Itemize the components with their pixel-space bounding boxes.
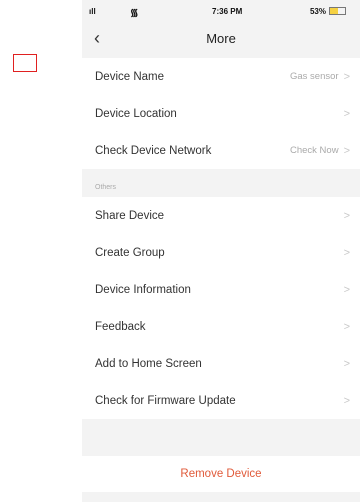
row-label: Check Device Network xyxy=(95,144,212,157)
others-settings-group: Share Device > Create Group > Device Inf… xyxy=(82,197,360,419)
row-create-group[interactable]: Create Group > xyxy=(82,234,360,271)
row-device-location[interactable]: Device Location > xyxy=(82,95,360,132)
chevron-right-icon: > xyxy=(343,357,350,370)
chevron-right-icon: > xyxy=(343,320,350,333)
section-header-others: Others xyxy=(82,169,360,197)
chevron-right-icon: > xyxy=(343,209,350,222)
row-value: Check Now xyxy=(289,145,339,156)
phone-screen: ıll ᯾ 7:36 PM 53% ‹ More Device Name Gas… xyxy=(82,0,360,502)
row-add-to-home-screen[interactable]: Add to Home Screen > xyxy=(82,345,360,382)
row-check-firmware-update[interactable]: Check for Firmware Update > xyxy=(82,382,360,419)
chevron-right-icon: > xyxy=(343,107,350,120)
row-device-name[interactable]: Device Name Gas sensor > xyxy=(82,58,360,95)
highlight-box xyxy=(13,54,37,72)
remove-device-button[interactable]: Remove Device xyxy=(82,456,360,492)
section-spacer xyxy=(82,419,360,456)
wifi-icon: ᯾ xyxy=(130,8,139,19)
row-label: Feedback xyxy=(95,320,146,333)
signal-bars-icon: ıll xyxy=(89,7,96,16)
navigation-bar: ‹ More xyxy=(82,22,360,58)
row-label: Device Information xyxy=(95,283,191,296)
row-label: Device Name xyxy=(95,70,165,83)
status-bar: ıll ᯾ 7:36 PM 53% xyxy=(82,0,360,22)
battery-percent: 53% xyxy=(309,7,326,16)
row-value: Gas sensor xyxy=(289,71,339,82)
battery-icon xyxy=(329,7,346,15)
status-time: 7:36 PM xyxy=(212,7,243,16)
row-share-device[interactable]: Share Device > xyxy=(82,197,360,234)
row-label: Check for Firmware Update xyxy=(95,394,236,407)
row-feedback[interactable]: Feedback > xyxy=(82,308,360,345)
row-check-device-network[interactable]: Check Device Network Check Now > xyxy=(82,132,360,169)
row-label: Create Group xyxy=(95,246,165,259)
chevron-right-icon: > xyxy=(343,70,350,83)
row-device-information[interactable]: Device Information > xyxy=(82,271,360,308)
chevron-right-icon: > xyxy=(343,246,350,259)
chevron-right-icon: > xyxy=(343,144,350,157)
chevron-right-icon: > xyxy=(343,394,350,407)
chevron-right-icon: > xyxy=(343,283,350,296)
device-settings-group: Device Name Gas sensor > Device Location… xyxy=(82,58,360,169)
row-label: Share Device xyxy=(95,209,165,222)
row-label: Add to Home Screen xyxy=(95,357,202,370)
row-label: Device Location xyxy=(95,107,177,120)
page-title: More xyxy=(206,31,236,46)
